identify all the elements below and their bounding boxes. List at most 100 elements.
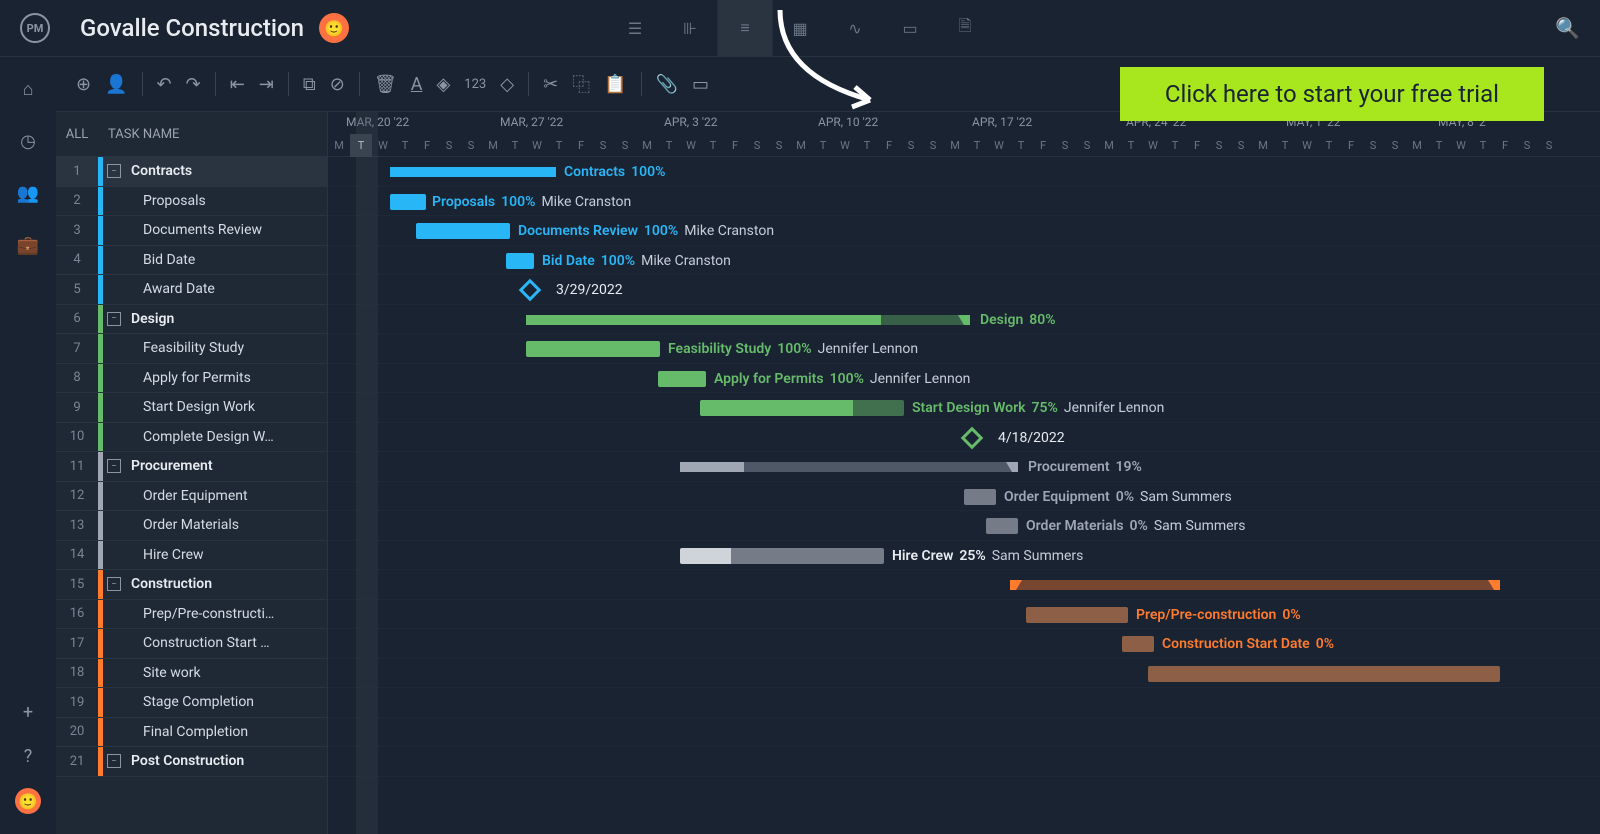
- view-sheet-icon[interactable]: ▦: [773, 0, 828, 57]
- font-icon[interactable]: A: [411, 74, 423, 95]
- task-row[interactable]: 17Construction Start …: [56, 629, 327, 659]
- gantt-row[interactable]: Proposals100%Mike Cranston: [328, 187, 1600, 217]
- note-icon[interactable]: ▭: [692, 74, 709, 95]
- task-row[interactable]: 8Apply for Permits: [56, 364, 327, 394]
- task-bar[interactable]: [526, 341, 660, 357]
- task-bar[interactable]: [1148, 666, 1500, 682]
- task-bar[interactable]: [416, 223, 510, 239]
- view-board-icon[interactable]: ⊪: [663, 0, 718, 57]
- task-bar[interactable]: [964, 489, 996, 505]
- task-bar[interactable]: [506, 253, 534, 269]
- gantt-row[interactable]: 3/29/2022: [328, 275, 1600, 305]
- task-row[interactable]: 7Feasibility Study: [56, 334, 327, 364]
- search-icon[interactable]: 🔍: [1555, 16, 1580, 40]
- gantt-row[interactable]: Construction Start Date0%: [328, 629, 1600, 659]
- help-icon[interactable]: ?: [16, 744, 40, 768]
- gantt-row[interactable]: Documents Review100%Mike Cranston: [328, 216, 1600, 246]
- task-row[interactable]: 11−Procurement: [56, 452, 327, 482]
- gantt-row[interactable]: [328, 688, 1600, 718]
- task-row[interactable]: 3Documents Review: [56, 216, 327, 246]
- link-icon[interactable]: ⧉: [303, 74, 316, 95]
- task-row[interactable]: 6−Design: [56, 305, 327, 335]
- task-row[interactable]: 18Site work: [56, 659, 327, 689]
- outdent-icon[interactable]: ⇤: [230, 74, 245, 95]
- task-row[interactable]: 4Bid Date: [56, 246, 327, 276]
- task-bar[interactable]: [658, 371, 706, 387]
- gantt-row[interactable]: Prep/Pre-construction0%: [328, 600, 1600, 630]
- view-files-icon[interactable]: 🗎: [938, 0, 993, 57]
- task-row[interactable]: 1−Contracts: [56, 157, 327, 187]
- add-icon[interactable]: +: [16, 700, 40, 724]
- expand-icon[interactable]: −: [107, 754, 121, 768]
- task-row[interactable]: 16Prep/Pre-constructi…: [56, 600, 327, 630]
- gantt-row[interactable]: Hire Crew25%Sam Summers: [328, 541, 1600, 571]
- view-calendar-icon[interactable]: ▭: [883, 0, 938, 57]
- gantt-row[interactable]: Procurement19%: [328, 452, 1600, 482]
- task-row[interactable]: 12Order Equipment: [56, 482, 327, 512]
- task-row[interactable]: 5Award Date: [56, 275, 327, 305]
- summary-bar[interactable]: [526, 315, 970, 325]
- gantt-row[interactable]: [328, 659, 1600, 689]
- portfolio-icon[interactable]: 💼: [16, 233, 40, 257]
- gantt-row[interactable]: [328, 718, 1600, 748]
- task-bar[interactable]: [986, 518, 1018, 534]
- undo-icon[interactable]: ↶: [157, 74, 172, 95]
- gantt-row[interactable]: Order Materials0%Sam Summers: [328, 511, 1600, 541]
- expand-icon[interactable]: −: [107, 312, 121, 326]
- task-row[interactable]: 10Complete Design W…: [56, 423, 327, 453]
- team-icon[interactable]: 👥: [16, 181, 40, 205]
- app-logo[interactable]: PM: [20, 13, 50, 43]
- task-row[interactable]: 15−Construction: [56, 570, 327, 600]
- assign-icon[interactable]: 👤: [105, 74, 127, 95]
- task-row[interactable]: 14Hire Crew: [56, 541, 327, 571]
- task-bar[interactable]: [390, 194, 426, 210]
- expand-icon[interactable]: −: [107, 459, 121, 473]
- gantt-row[interactable]: 4/18/2022: [328, 423, 1600, 453]
- gantt-row[interactable]: Start Design Work75%Jennifer Lennon: [328, 393, 1600, 423]
- expand-icon[interactable]: −: [107, 577, 121, 591]
- summary-bar[interactable]: [390, 167, 556, 177]
- user-avatar[interactable]: 🙂: [15, 788, 41, 814]
- task-row[interactable]: 13Order Materials: [56, 511, 327, 541]
- gantt-row[interactable]: [328, 747, 1600, 777]
- project-avatar[interactable]: 🙂: [319, 13, 349, 43]
- task-row[interactable]: 2Proposals: [56, 187, 327, 217]
- delete-icon[interactable]: 🗑: [374, 74, 397, 95]
- view-list-icon[interactable]: ☰: [608, 0, 663, 57]
- gantt-row[interactable]: Bid Date100%Mike Cranston: [328, 246, 1600, 276]
- col-name[interactable]: TASK NAME: [98, 127, 179, 142]
- gantt-row[interactable]: Contracts100%: [328, 157, 1600, 187]
- cta-button[interactable]: Click here to start your free trial: [1120, 67, 1544, 121]
- task-bar[interactable]: [680, 548, 884, 564]
- add-task-icon[interactable]: ⊕: [76, 74, 91, 95]
- number-icon[interactable]: 123: [464, 77, 486, 92]
- attach-icon[interactable]: 📎: [656, 74, 678, 95]
- indent-icon[interactable]: ⇥: [259, 74, 274, 95]
- task-row[interactable]: 9Start Design Work: [56, 393, 327, 423]
- cut-icon[interactable]: ✂: [543, 74, 558, 95]
- view-gantt-icon[interactable]: ≡: [718, 0, 773, 57]
- task-row[interactable]: 21−Post Construction: [56, 747, 327, 777]
- view-activity-icon[interactable]: ∿: [828, 0, 883, 57]
- gantt-row[interactable]: Order Equipment0%Sam Summers: [328, 482, 1600, 512]
- copy-icon[interactable]: ⿻: [572, 71, 590, 97]
- summary-bar[interactable]: [680, 462, 1018, 472]
- gantt-chart[interactable]: MAR, 20 '22MAR, 27 '22APR, 3 '22APR, 10 …: [328, 112, 1600, 834]
- task-bar[interactable]: [1026, 607, 1128, 623]
- home-icon[interactable]: ⌂: [16, 77, 40, 101]
- summary-bar[interactable]: [1010, 580, 1500, 590]
- task-bar[interactable]: [1122, 636, 1154, 652]
- task-row[interactable]: 19Stage Completion: [56, 688, 327, 718]
- gantt-row[interactable]: [328, 570, 1600, 600]
- milestone[interactable]: [961, 426, 984, 449]
- unlink-icon[interactable]: ⊘: [330, 74, 345, 95]
- milestone[interactable]: [519, 279, 542, 302]
- task-row[interactable]: 20Final Completion: [56, 718, 327, 748]
- milestone-icon[interactable]: ◇: [500, 74, 514, 95]
- recent-icon[interactable]: ◷: [16, 129, 40, 153]
- paste-icon[interactable]: 📋: [604, 74, 626, 95]
- expand-icon[interactable]: −: [107, 164, 121, 178]
- project-title[interactable]: Govalle Construction: [80, 14, 304, 42]
- gantt-row[interactable]: Design80%: [328, 305, 1600, 335]
- redo-icon[interactable]: ↷: [186, 74, 201, 95]
